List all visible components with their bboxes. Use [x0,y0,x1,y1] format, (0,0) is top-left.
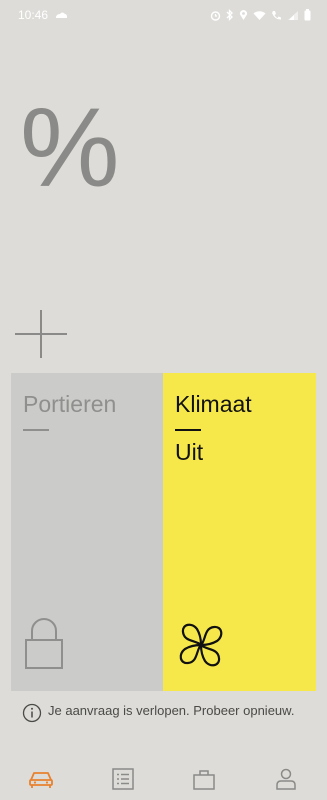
info-icon [22,703,42,723]
location-icon [239,9,248,21]
battery-icon [304,9,311,21]
add-button[interactable] [14,308,68,360]
list-icon [111,768,134,790]
climate-dash [175,428,201,431]
request-expired-notice: Je aanvraag is verlopen. Probeer opnieuw… [22,703,312,723]
doors-tile[interactable]: Portieren [11,373,163,691]
climate-tile[interactable]: Klimaat Uit [163,373,316,691]
status-left: 10:46 [18,8,68,22]
alarm-icon [210,10,221,21]
bottom-nav [0,758,327,800]
doors-title: Portieren [23,391,117,417]
nav-list[interactable] [103,763,143,795]
wifi-icon [253,10,266,21]
fan-icon [175,620,227,675]
weather-icon [54,10,68,20]
lock-icon [23,618,65,675]
car-icon [28,772,53,788]
status-bar: 10:46 [0,0,327,30]
climate-status: Uit [175,438,204,465]
shop-icon [193,770,216,790]
call-icon [271,10,282,21]
nav-car[interactable] [21,763,61,795]
doors-dash [23,428,49,431]
climate-title: Klimaat [175,391,252,417]
bluetooth-icon [226,9,234,21]
nav-shop[interactable] [184,763,224,795]
charge-percentage: % [20,85,120,210]
notice-text: Je aanvraag is verlopen. Probeer opnieuw… [48,703,295,718]
nav-profile[interactable] [266,763,306,795]
status-icons [210,9,311,21]
signal-icon [287,10,299,21]
status-time: 10:46 [18,8,49,22]
profile-icon [276,768,296,790]
plus-icon [15,310,67,358]
